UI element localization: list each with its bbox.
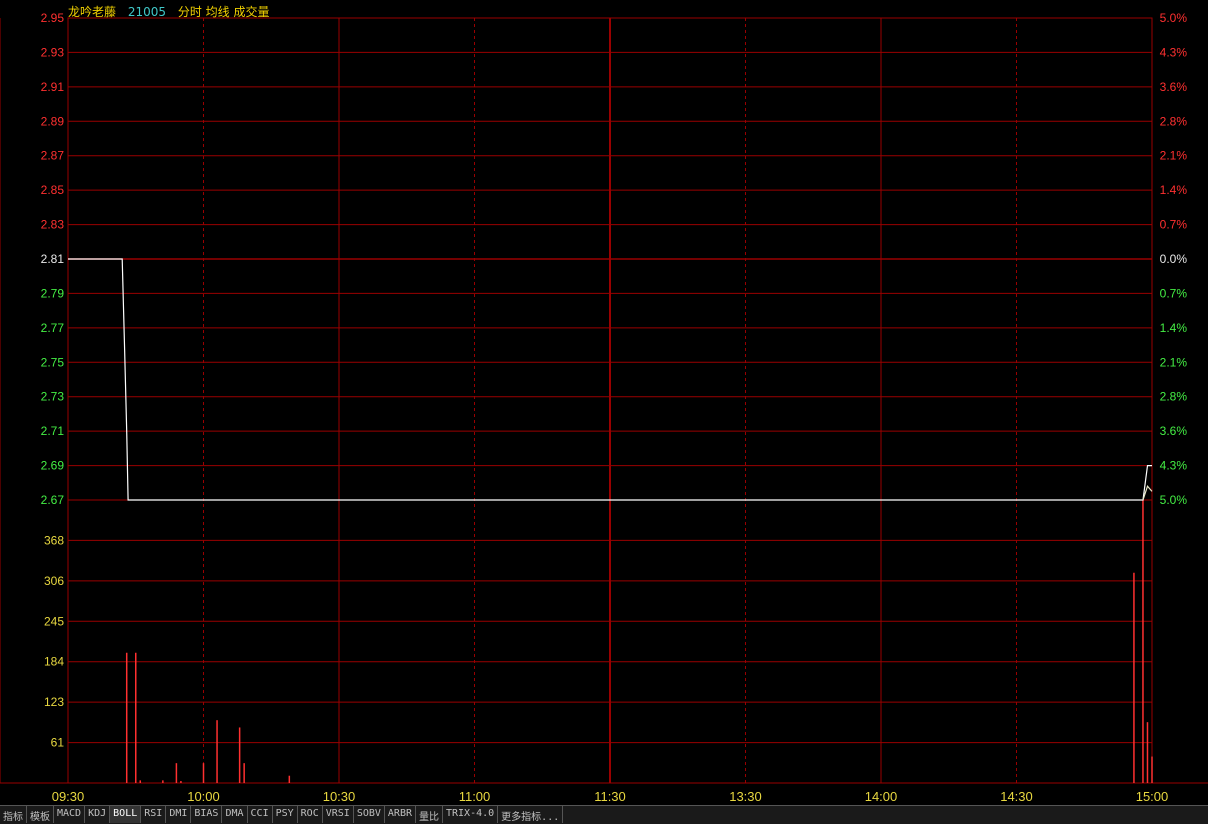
time-tick-label: 09:30 — [52, 789, 85, 804]
pct-tick-label: 0.7% — [1160, 218, 1188, 232]
price-tick-label: 2.95 — [41, 11, 65, 25]
pct-tick-label: 3.6% — [1160, 424, 1188, 438]
volume-tick-label: 61 — [51, 736, 65, 750]
volume-tick-label: 184 — [44, 655, 64, 669]
price-tick-label: 2.69 — [41, 459, 65, 473]
pct-tick-label: 2.1% — [1160, 149, 1188, 163]
tab-16[interactable]: TRIX-4.0 — [443, 806, 499, 823]
tab-1[interactable]: 模板 — [27, 806, 54, 823]
tab-3[interactable]: KDJ — [85, 806, 111, 823]
price-tick-label: 2.89 — [41, 114, 65, 128]
volume-tick-label: 306 — [44, 574, 64, 588]
price-tick-label: 2.93 — [41, 45, 65, 59]
pct-tick-label: 2.8% — [1160, 114, 1188, 128]
tab-12[interactable]: VRSI — [323, 806, 354, 823]
tab-10[interactable]: PSY — [273, 806, 298, 823]
tab-15[interactable]: 量比 — [416, 806, 443, 823]
intraday-chart[interactable]: 2.95 5.0% 2.93 4.3% 2.91 3.6% 2.89 2.8% 2.87 2.1%… — [0, 0, 1208, 805]
indicator-tab-bar: 指标 模板 MACD KDJ BOLL RSI DMI BIAS DMA CCI PSY ROC VRS… — [0, 805, 1208, 824]
pct-tick-label: 4.3% — [1160, 459, 1188, 473]
time-tick-label: 14:30 — [1000, 789, 1033, 804]
time-tick-label: 11:30 — [594, 789, 626, 804]
volume-tick-label: 245 — [44, 614, 64, 628]
pct-tick-label: 1.4% — [1160, 321, 1188, 335]
price-tick-label: 2.83 — [41, 218, 65, 232]
tab-14[interactable]: ARBR — [385, 806, 416, 823]
price-tick-label: 2.81 — [41, 252, 65, 266]
price-tick-label: 2.73 — [41, 390, 65, 404]
pct-tick-label: 1.4% — [1160, 183, 1188, 197]
tab-8[interactable]: DMA — [222, 806, 248, 823]
tab-11[interactable]: ROC — [298, 806, 323, 823]
tab-4[interactable]: BOLL — [110, 806, 142, 823]
price-tick-label: 2.87 — [41, 149, 65, 163]
time-tick-label: 11:00 — [459, 789, 491, 804]
price-tick-label: 2.91 — [41, 80, 65, 94]
time-tick-label: 14:00 — [865, 789, 898, 804]
tab-2[interactable]: MACD — [54, 806, 86, 823]
pct-tick-label: 4.3% — [1160, 45, 1188, 59]
tab-17[interactable]: 更多指标... — [498, 806, 564, 823]
pct-tick-label: 2.8% — [1160, 390, 1188, 404]
price-tick-label: 2.85 — [41, 183, 65, 197]
tab-9[interactable]: CCI — [248, 806, 273, 823]
pct-tick-label: 2.1% — [1160, 355, 1188, 369]
tab-7[interactable]: BIAS — [191, 806, 223, 823]
time-tick-label: 15:00 — [1136, 789, 1169, 804]
tab-13[interactable]: SOBV — [354, 806, 385, 823]
time-tick-label: 10:00 — [187, 789, 220, 804]
price-tick-label: 2.77 — [41, 321, 65, 335]
time-tick-label: 13:30 — [729, 789, 762, 804]
price-tick-label: 2.71 — [41, 424, 65, 438]
pct-tick-label: 0.0% — [1160, 252, 1188, 266]
tab-6[interactable]: DMI — [166, 806, 192, 823]
volume-tick-label: 368 — [44, 533, 64, 547]
pct-tick-label: 3.6% — [1160, 80, 1188, 94]
tab-5[interactable]: RSI — [141, 806, 167, 823]
pct-tick-label: 5.0% — [1160, 11, 1188, 25]
price-tick-label: 2.67 — [41, 493, 65, 507]
pct-tick-label: 5.0% — [1160, 493, 1188, 507]
tab-0[interactable]: 指标 — [0, 806, 27, 823]
price-tick-label: 2.79 — [41, 286, 65, 300]
volume-tick-label: 123 — [44, 695, 64, 709]
price-tick-label: 2.75 — [41, 355, 65, 369]
time-tick-label: 10:30 — [323, 789, 356, 804]
pct-tick-label: 0.7% — [1160, 286, 1188, 300]
